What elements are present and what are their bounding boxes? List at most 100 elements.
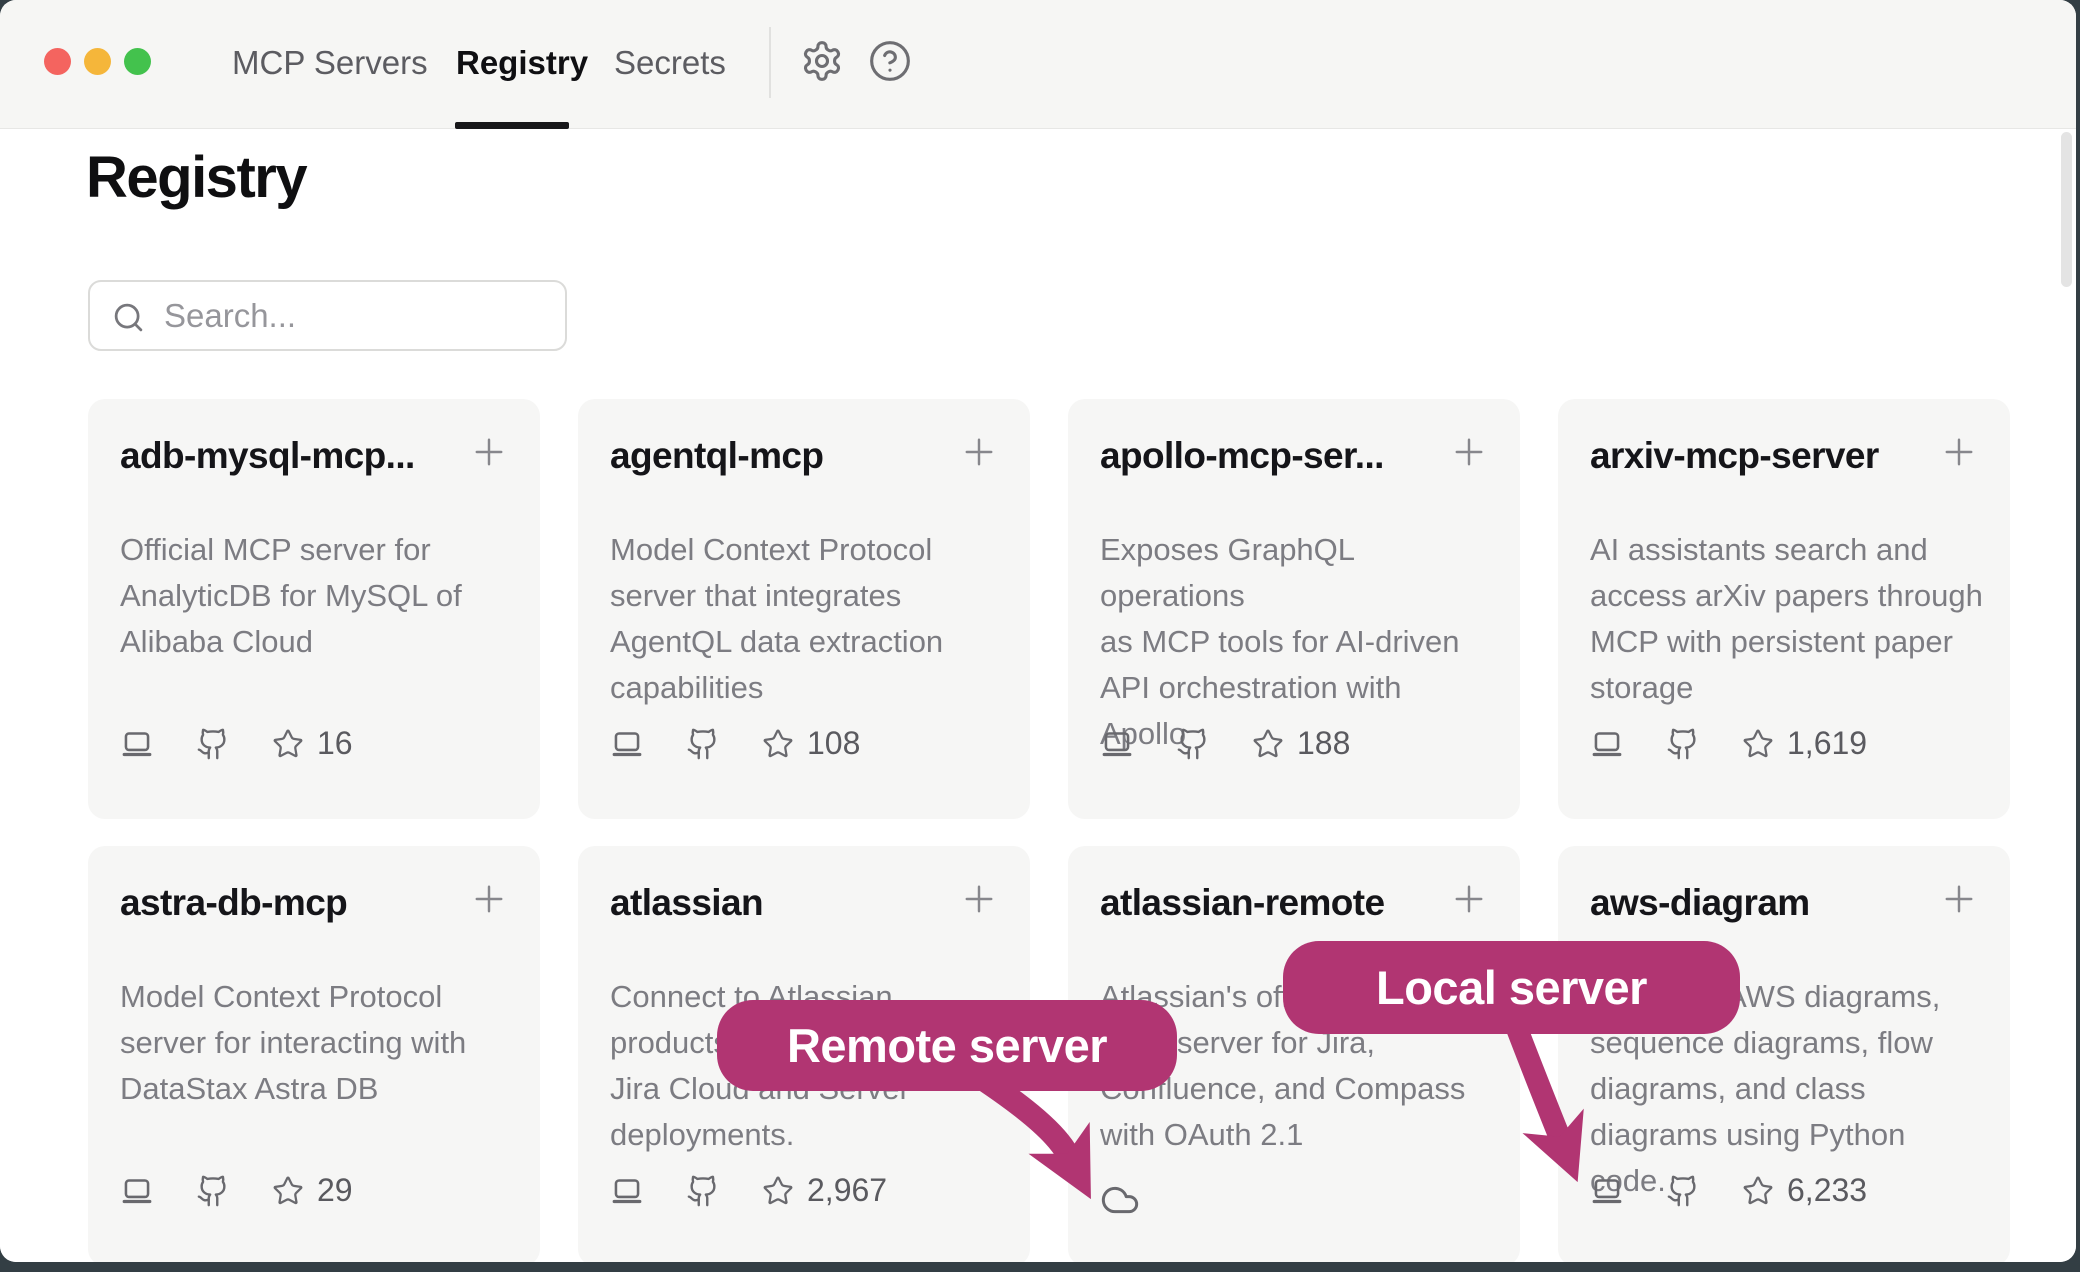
titlebar: MCP Servers Registry Secrets [0,0,2076,129]
gear-icon [800,39,844,83]
add-server-button[interactable] [468,878,510,920]
laptop-icon [1590,1174,1624,1208]
plus-icon [468,878,510,920]
description-line: server for interacting with [120,1020,514,1066]
star-count: 108 [807,725,860,762]
laptop-icon [1590,727,1624,761]
tab-registry[interactable]: Registry [456,44,588,82]
server-meta: 16 [120,725,353,762]
description-line: AgentQL data extraction [610,619,1004,665]
star-icon [762,1175,794,1207]
server-meta: 6,233 [1590,1172,1867,1209]
server-meta: 108 [610,725,860,762]
star-count-group: 16 [272,725,353,762]
star-count-group: 188 [1252,725,1350,762]
server-card-apollo-mcp-server[interactable]: apollo-mcp-ser... Exposes GraphQL operat… [1068,399,1520,819]
github-icon[interactable] [196,727,230,761]
callout-local-server: Local server [1283,941,1740,1034]
server-card-astra-db-mcp[interactable]: astra-db-mcp Model Context Protocol serv… [88,846,540,1262]
star-icon [1742,728,1774,760]
star-icon [272,728,304,760]
close-button[interactable] [44,48,71,75]
description-line: storage [1590,665,1984,711]
star-count: 188 [1297,725,1350,762]
star-count: 6,233 [1787,1172,1867,1209]
server-description: Exposes GraphQL operations as MCP tools … [1100,527,1494,757]
description-line: Exposes GraphQL operations [1100,527,1494,619]
plus-icon [1448,431,1490,473]
add-server-button[interactable] [958,878,1000,920]
server-meta: 1,619 [1590,725,1867,762]
github-icon[interactable] [1176,727,1210,761]
minimize-button[interactable] [84,48,111,75]
star-count-group: 29 [272,1172,353,1209]
star-count: 29 [317,1172,353,1209]
toolbar-divider [769,27,771,98]
plus-icon [958,431,1000,473]
search-box[interactable] [88,280,567,351]
add-server-button[interactable] [1448,878,1490,920]
app-window: MCP Servers Registry Secrets Registry ad… [0,0,2076,1262]
laptop-icon [610,1174,644,1208]
search-input[interactable] [164,282,556,349]
add-server-button[interactable] [1938,431,1980,473]
server-meta: 188 [1100,725,1350,762]
registry-page: Registry adb-mysql-mcp... Official MCP s… [0,130,2076,1262]
settings-button[interactable] [800,39,844,83]
server-name: agentql-mcp [610,435,938,477]
description-line: Model Context Protocol [610,527,1004,573]
server-name: arxiv-mcp-server [1590,435,1918,477]
star-count-group: 108 [762,725,860,762]
plus-icon [958,878,1000,920]
tab-secrets[interactable]: Secrets [614,44,726,82]
maximize-button[interactable] [124,48,151,75]
star-count-group: 6,233 [1742,1172,1867,1209]
cloud-icon [1100,1180,1140,1220]
server-card-arxiv-mcp-server[interactable]: arxiv-mcp-server AI assistants search an… [1558,399,2010,819]
callout-remote-server: Remote server [717,1000,1177,1091]
server-card-agentql-mcp[interactable]: agentql-mcp Model Context Protocol serve… [578,399,1030,819]
star-icon [272,1175,304,1207]
description-line: AnalyticDB for MySQL of [120,573,514,619]
laptop-icon [120,1174,154,1208]
star-icon [1252,728,1284,760]
laptop-icon [120,727,154,761]
laptop-icon [1100,727,1134,761]
github-icon[interactable] [196,1174,230,1208]
description-line: server that integrates [610,573,1004,619]
github-icon[interactable] [1666,727,1700,761]
plus-icon [468,431,510,473]
github-icon[interactable] [686,727,720,761]
server-card-aws-diagram[interactable]: aws-diagram Generate AWS diagrams, seque… [1558,846,2010,1262]
tab-mcp-servers[interactable]: MCP Servers [232,44,428,82]
server-description: Model Context Protocol server for intera… [120,974,514,1112]
add-server-button[interactable] [468,431,510,473]
server-name: adb-mysql-mcp... [120,435,448,477]
description-line: AI assistants search and [1590,527,1984,573]
star-count: 2,967 [807,1172,887,1209]
description-line: Alibaba Cloud [120,619,514,665]
description-line: deployments. [610,1112,1004,1158]
plus-icon [1938,878,1980,920]
laptop-icon [610,727,644,761]
server-name: apollo-mcp-ser... [1100,435,1428,477]
server-name: astra-db-mcp [120,882,448,924]
add-server-button[interactable] [1938,878,1980,920]
star-count-group: 2,967 [762,1172,887,1209]
star-count-group: 1,619 [1742,725,1867,762]
star-count: 16 [317,725,353,762]
server-meta: 2,967 [610,1172,887,1209]
add-server-button[interactable] [958,431,1000,473]
help-icon [868,39,912,83]
server-card-adb-mysql-mcp[interactable]: adb-mysql-mcp... Official MCP server for… [88,399,540,819]
github-icon[interactable] [686,1174,720,1208]
github-icon[interactable] [1666,1174,1700,1208]
scrollbar-thumb[interactable] [2061,132,2072,287]
description-line: as MCP tools for AI-driven [1100,619,1494,665]
server-name: atlassian [610,882,938,924]
help-button[interactable] [868,39,912,83]
server-description: AI assistants search and access arXiv pa… [1590,527,1984,711]
star-count: 1,619 [1787,725,1867,762]
add-server-button[interactable] [1448,431,1490,473]
description-line: Official MCP server for [120,527,514,573]
